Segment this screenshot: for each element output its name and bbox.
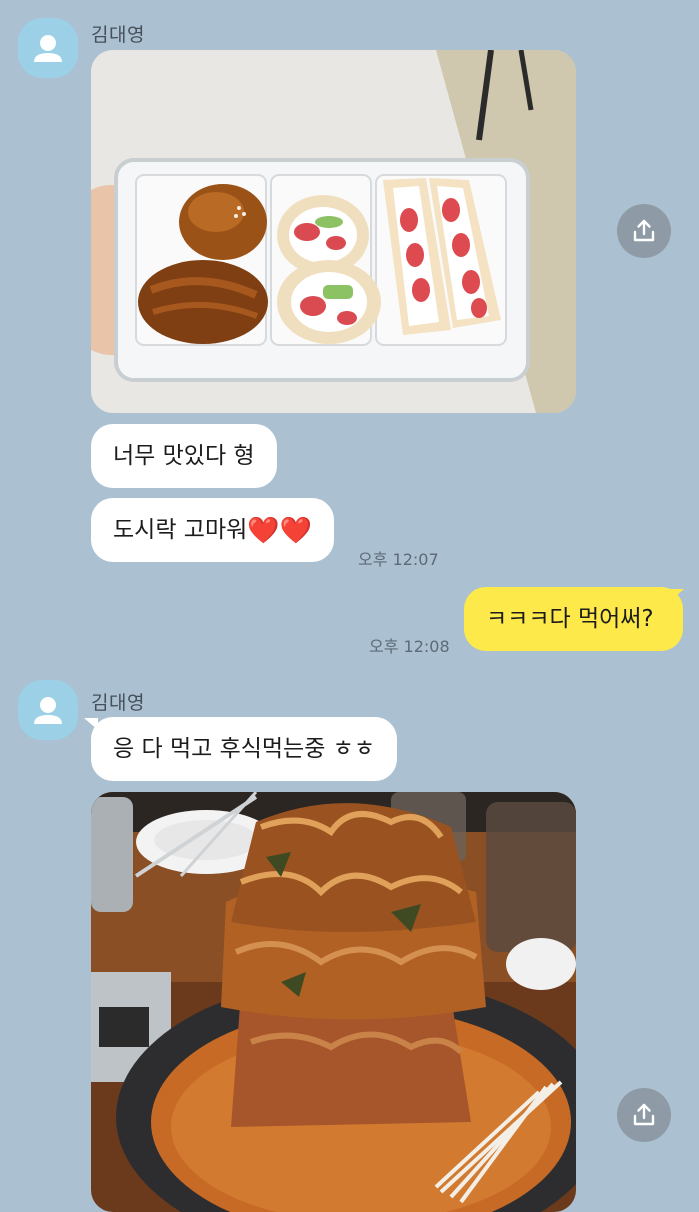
message-time: 오후 12:07 (358, 550, 439, 569)
image-stew-photo (91, 792, 576, 1212)
stew-photo[interactable] (91, 792, 576, 1212)
message-text: 도시락 고마워 (113, 517, 248, 543)
avatar[interactable] (18, 18, 78, 78)
person-icon (34, 35, 62, 62)
share-button[interactable] (617, 1088, 671, 1142)
share-button[interactable] (617, 204, 671, 258)
message-bubble[interactable]: 너무 맛있다 형 (91, 424, 277, 488)
sender-name[interactable]: 김대영 (91, 20, 145, 47)
upload-share-icon (633, 1103, 655, 1126)
lunchbox-photo[interactable] (91, 50, 576, 413)
message-bubble[interactable]: 응 다 먹고 후식먹는중 ㅎㅎ (91, 717, 398, 781)
upload-share-icon (633, 219, 655, 242)
sender-name[interactable]: 김대영 (91, 688, 145, 715)
my-message-bubble[interactable]: ㅋㅋㅋ다 먹어써? (464, 587, 683, 651)
avatar[interactable] (18, 680, 78, 740)
message-bubble[interactable]: 도시락 고마워❤️❤️ (91, 498, 335, 562)
image-lunchbox-photo (91, 50, 576, 413)
heart-emoji: ❤️❤️ (247, 516, 313, 546)
message-time: 오후 12:08 (369, 637, 450, 656)
person-icon (34, 697, 62, 724)
